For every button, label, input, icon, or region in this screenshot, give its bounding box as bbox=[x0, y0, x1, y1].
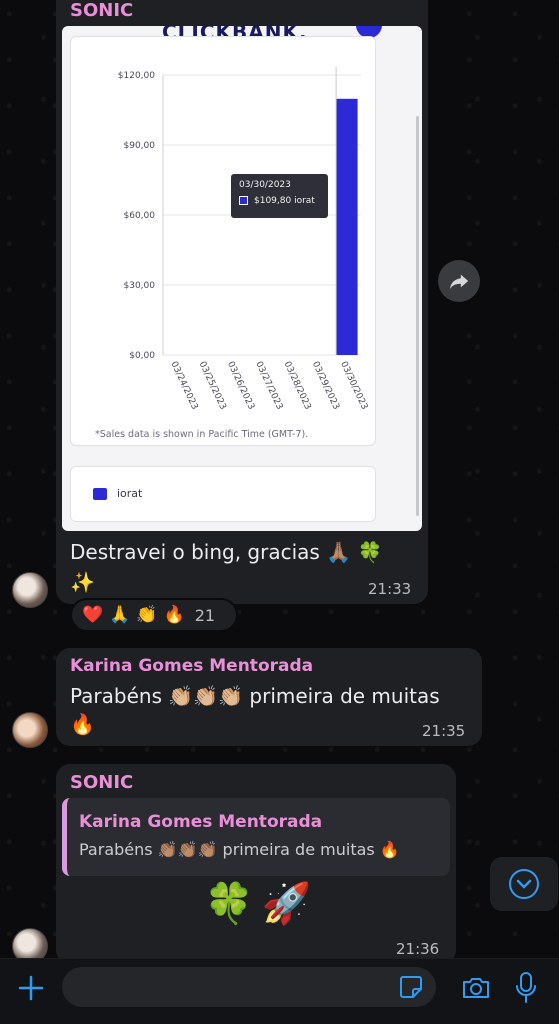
avatar-karina[interactable] bbox=[12, 712, 48, 748]
chart-bar bbox=[336, 98, 358, 356]
reaction-pray: 🙏 bbox=[109, 605, 131, 625]
y-tick-label: $0,00 bbox=[129, 351, 155, 361]
y-tick-label: $30,00 bbox=[124, 281, 156, 291]
plus-icon bbox=[18, 975, 44, 1001]
avatar-sonic[interactable] bbox=[12, 572, 48, 608]
tooltip-swatch bbox=[239, 196, 248, 205]
message-time: 21:35 bbox=[422, 722, 466, 740]
camera-button[interactable] bbox=[460, 972, 492, 1004]
x-tick-label: 03/26/2023 bbox=[225, 360, 256, 411]
tooltip-date: 03/30/2023 bbox=[239, 180, 291, 190]
message-text: Destravei o bing, gracias 🙏🏽 🍀 bbox=[70, 540, 383, 564]
reactions-bar[interactable]: ❤️ 🙏 👏 🔥 21 bbox=[70, 598, 238, 632]
message-text: 🍀🚀 bbox=[204, 881, 320, 927]
reaction-clap: 👏 bbox=[136, 605, 158, 625]
microphone-button[interactable] bbox=[512, 970, 540, 1006]
message-time: 21:33 bbox=[368, 580, 412, 598]
quoted-message[interactable]: Karina Gomes Mentorada Parabéns 👏🏽👏🏽👏🏽 p… bbox=[62, 798, 450, 876]
chart-footnote: *Sales data is shown in Pacific Time (GM… bbox=[95, 429, 309, 440]
x-tick-label: 03/29/2023 bbox=[310, 360, 341, 411]
quote-text: Parabéns 👏🏽👏🏽👏🏽 primeira de muitas 🔥 bbox=[79, 840, 400, 859]
message-text-line2: ✨ bbox=[70, 570, 95, 594]
legend-swatch bbox=[93, 488, 107, 500]
scrollbar bbox=[416, 116, 419, 516]
x-tick-label: 03/28/2023 bbox=[282, 360, 313, 411]
sender-name: SONIC bbox=[70, 0, 134, 21]
x-tick-label: 03/27/2023 bbox=[253, 360, 284, 411]
x-tick-label: 03/30/2023 bbox=[338, 360, 369, 411]
y-tick-label: $90,00 bbox=[124, 141, 156, 151]
forward-icon bbox=[449, 274, 469, 290]
reaction-heart: ❤️ bbox=[82, 605, 104, 625]
bar-chart: $0,00 $30,00 $60,00 $90,00 $120,00 03/24/2023… bbox=[118, 67, 369, 411]
microphone-icon bbox=[516, 972, 536, 1003]
chart-panel: $0,00 $30,00 $60,00 $90,00 $120,00 03/24/2023… bbox=[70, 36, 376, 446]
x-tick-label: 03/24/2023 bbox=[168, 360, 199, 411]
chevron-down-icon bbox=[509, 869, 539, 899]
message-time: 21:36 bbox=[396, 940, 440, 958]
sales-chart-image[interactable]: CLICKBANK. $0,00 $30,00 $60,00 $90,00 $120,0… bbox=[62, 26, 422, 531]
quote-sender: Karina Gomes Mentorada bbox=[79, 812, 323, 832]
message-text-line2: 🔥 bbox=[70, 712, 95, 736]
x-tick-label: 03/25/2023 bbox=[197, 360, 228, 411]
sender-name: Karina Gomes Mentorada bbox=[70, 656, 314, 676]
message-bubble-karina[interactable]: Karina Gomes Mentorada Parabéns 👏🏼👏🏼👏🏼 p… bbox=[56, 648, 482, 746]
y-tick-label: $60,00 bbox=[124, 211, 156, 221]
sender-name: SONIC bbox=[70, 772, 134, 793]
legend-label: iorat bbox=[117, 487, 143, 500]
forward-button[interactable] bbox=[438, 260, 480, 302]
sticker-icon[interactable] bbox=[398, 974, 424, 1000]
message-text: Parabéns 👏🏼👏🏼👏🏼 primeira de muitas bbox=[70, 684, 440, 708]
message-input[interactable] bbox=[62, 967, 436, 1007]
chart-legend: iorat bbox=[70, 466, 376, 522]
scroll-down-button[interactable] bbox=[490, 857, 558, 911]
reaction-count: 21 bbox=[194, 605, 216, 625]
tooltip-value: $109,80 iorat bbox=[254, 196, 315, 206]
chart-tooltip: 03/30/2023 $109,80 iorat bbox=[231, 174, 328, 218]
reaction-fire: 🔥 bbox=[163, 605, 185, 625]
y-tick-label: $120,00 bbox=[118, 71, 155, 81]
attach-button[interactable] bbox=[16, 973, 46, 1003]
camera-icon bbox=[463, 978, 489, 998]
